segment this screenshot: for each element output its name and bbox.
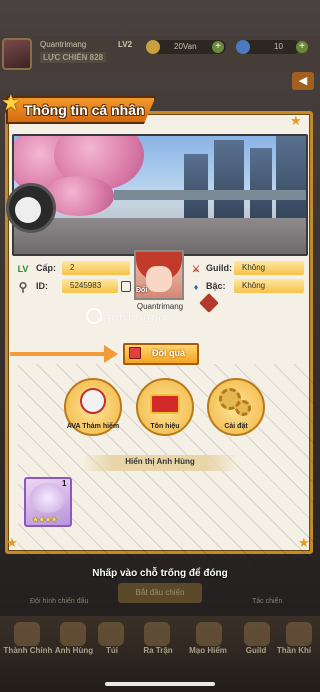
guild-label: Guild: <box>206 263 232 273</box>
corner-star-icon: ★ <box>6 535 18 550</box>
id-label: ID: <box>36 281 48 291</box>
start-battle-button: Bắt đầu chiến <box>118 583 202 603</box>
close-hint: Nhấp vào chỗ trống để đóng <box>92 568 228 579</box>
bridge <box>114 190 306 200</box>
bag-icon <box>98 622 124 646</box>
copy-icon[interactable] <box>121 281 131 292</box>
id-value: 5245983 <box>62 279 118 293</box>
settings-label: Cài đặt <box>224 423 248 430</box>
hero-count: 1 <box>62 479 67 488</box>
hud-level: LV2 <box>118 40 133 49</box>
speaker-icon[interactable]: ◀ <box>292 72 314 90</box>
city-scene <box>14 136 306 254</box>
corner-star-icon: ★ <box>290 113 302 128</box>
title-label: Tôn hiệu <box>150 423 180 430</box>
change-avatar-button[interactable]: Đổi <box>136 287 147 294</box>
watermark-text: uantrimang <box>96 310 167 325</box>
hud-avatar[interactable] <box>2 38 32 70</box>
hero-stars: ★★★★ <box>32 515 58 524</box>
add-gold-icon[interactable]: + <box>212 41 224 53</box>
corner-star-icon: ★ <box>298 535 310 550</box>
add-gem-icon[interactable]: + <box>296 41 308 53</box>
gear-shape <box>235 400 251 416</box>
nav-battle[interactable]: Ra Trận <box>130 646 186 655</box>
building <box>250 148 272 220</box>
adventure-icon <box>196 622 222 646</box>
guild-icon: ⚔ <box>191 264 201 274</box>
pointer-arrow-head <box>104 345 118 363</box>
avatar-face <box>146 266 172 292</box>
star-icon: ★ <box>1 90 21 115</box>
artifact-icon <box>286 622 312 646</box>
gold-value: 20Van <box>174 42 197 51</box>
nav-artifact[interactable]: Thần Khí <box>266 646 320 655</box>
building <box>214 140 244 220</box>
combat-label: Tác chiến <box>252 598 283 605</box>
gift-icon <box>129 347 141 359</box>
rank-value: Không <box>234 279 304 293</box>
guild-nav-icon <box>244 622 270 646</box>
joystick-knob[interactable] <box>15 197 41 223</box>
gold-coin-icon <box>146 40 160 54</box>
gem-value: 10 <box>274 42 283 51</box>
level-icon: LV <box>17 264 29 274</box>
crown-shape <box>150 394 180 414</box>
hero-icon <box>60 622 86 646</box>
robot-head <box>80 388 106 414</box>
search-icon: ⚲ <box>18 280 28 294</box>
pointer-arrow <box>10 352 106 356</box>
castle-icon <box>14 622 40 646</box>
panel-title: Thông tin cá nhân <box>24 102 145 118</box>
level-label: Cấp: <box>36 263 56 273</box>
heroes-header: Hiển thị Anh Hùng <box>125 457 195 466</box>
building <box>276 136 306 220</box>
rank-icon: ♦ <box>193 282 199 292</box>
formation-label: Đội hình chiến đấu <box>30 598 89 605</box>
ava-explore-label: AVA Thám hiểm <box>66 423 120 430</box>
gift-exchange-label: Đổi quà <box>152 348 185 358</box>
home-indicator <box>105 682 215 686</box>
hero-portrait <box>30 483 66 513</box>
building <box>184 154 208 220</box>
guild-value: Không <box>234 261 304 275</box>
profile-banner-image[interactable] <box>12 134 308 256</box>
swords-icon <box>144 622 170 646</box>
gem-icon <box>236 40 250 54</box>
hud-player-name: Quantrimang <box>40 40 87 49</box>
level-value: 2 <box>62 261 130 275</box>
hud-power: LỰC CHIẾN 828 <box>40 52 106 63</box>
rank-label: Bậc: <box>206 281 226 291</box>
